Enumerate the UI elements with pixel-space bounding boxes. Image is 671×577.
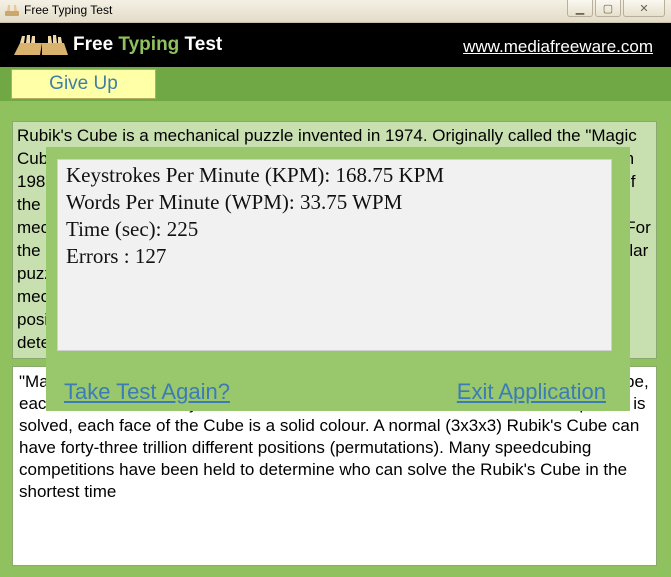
time-stat: Time (sec): 225 (66, 217, 199, 241)
window-titlebar[interactable]: Free Typing Test ▁ ▢ ✕ (0, 0, 671, 23)
close-icon: ✕ (639, 2, 649, 15)
errors-stat: Errors : 127 (66, 244, 167, 268)
exit-application-link[interactable]: Exit Application (457, 379, 606, 405)
maximize-button[interactable]: ▢ (595, 0, 621, 17)
results-dialog: Keystrokes Per Minute (KPM): 168.75 KPM … (46, 147, 630, 411)
brand-typing: Typing (118, 34, 180, 55)
results-panel: Keystrokes Per Minute (KPM): 168.75 KPM … (57, 159, 612, 351)
toolbar: Give Up (0, 67, 671, 101)
kpm-stat: Keystrokes Per Minute (KPM): 168.75 KPM (66, 163, 444, 187)
take-test-again-link[interactable]: Take Test Again? (64, 379, 230, 405)
window-controls: ▁ ▢ ✕ (567, 0, 665, 17)
give-up-button[interactable]: Give Up (11, 69, 156, 99)
app-header: Free Typing Test www.mediafreeware.com (0, 23, 671, 67)
website-link[interactable]: www.mediafreeware.com (463, 37, 653, 57)
hands-keyboard-icon (5, 5, 19, 16)
wpm-stat: Words Per Minute (WPM): 33.75 WPM (66, 190, 403, 214)
minimize-icon: ▁ (575, 2, 585, 15)
brand-test: Test (179, 34, 223, 55)
window-title: Free Typing Test (24, 3, 113, 17)
brand-free: Free (73, 34, 119, 55)
minimize-button[interactable]: ▁ (567, 0, 593, 17)
close-button[interactable]: ✕ (623, 0, 665, 17)
maximize-icon: ▢ (602, 2, 614, 15)
app-brand-title: Free Typing Test (73, 34, 222, 56)
typing-hands-logo-icon (14, 35, 68, 55)
